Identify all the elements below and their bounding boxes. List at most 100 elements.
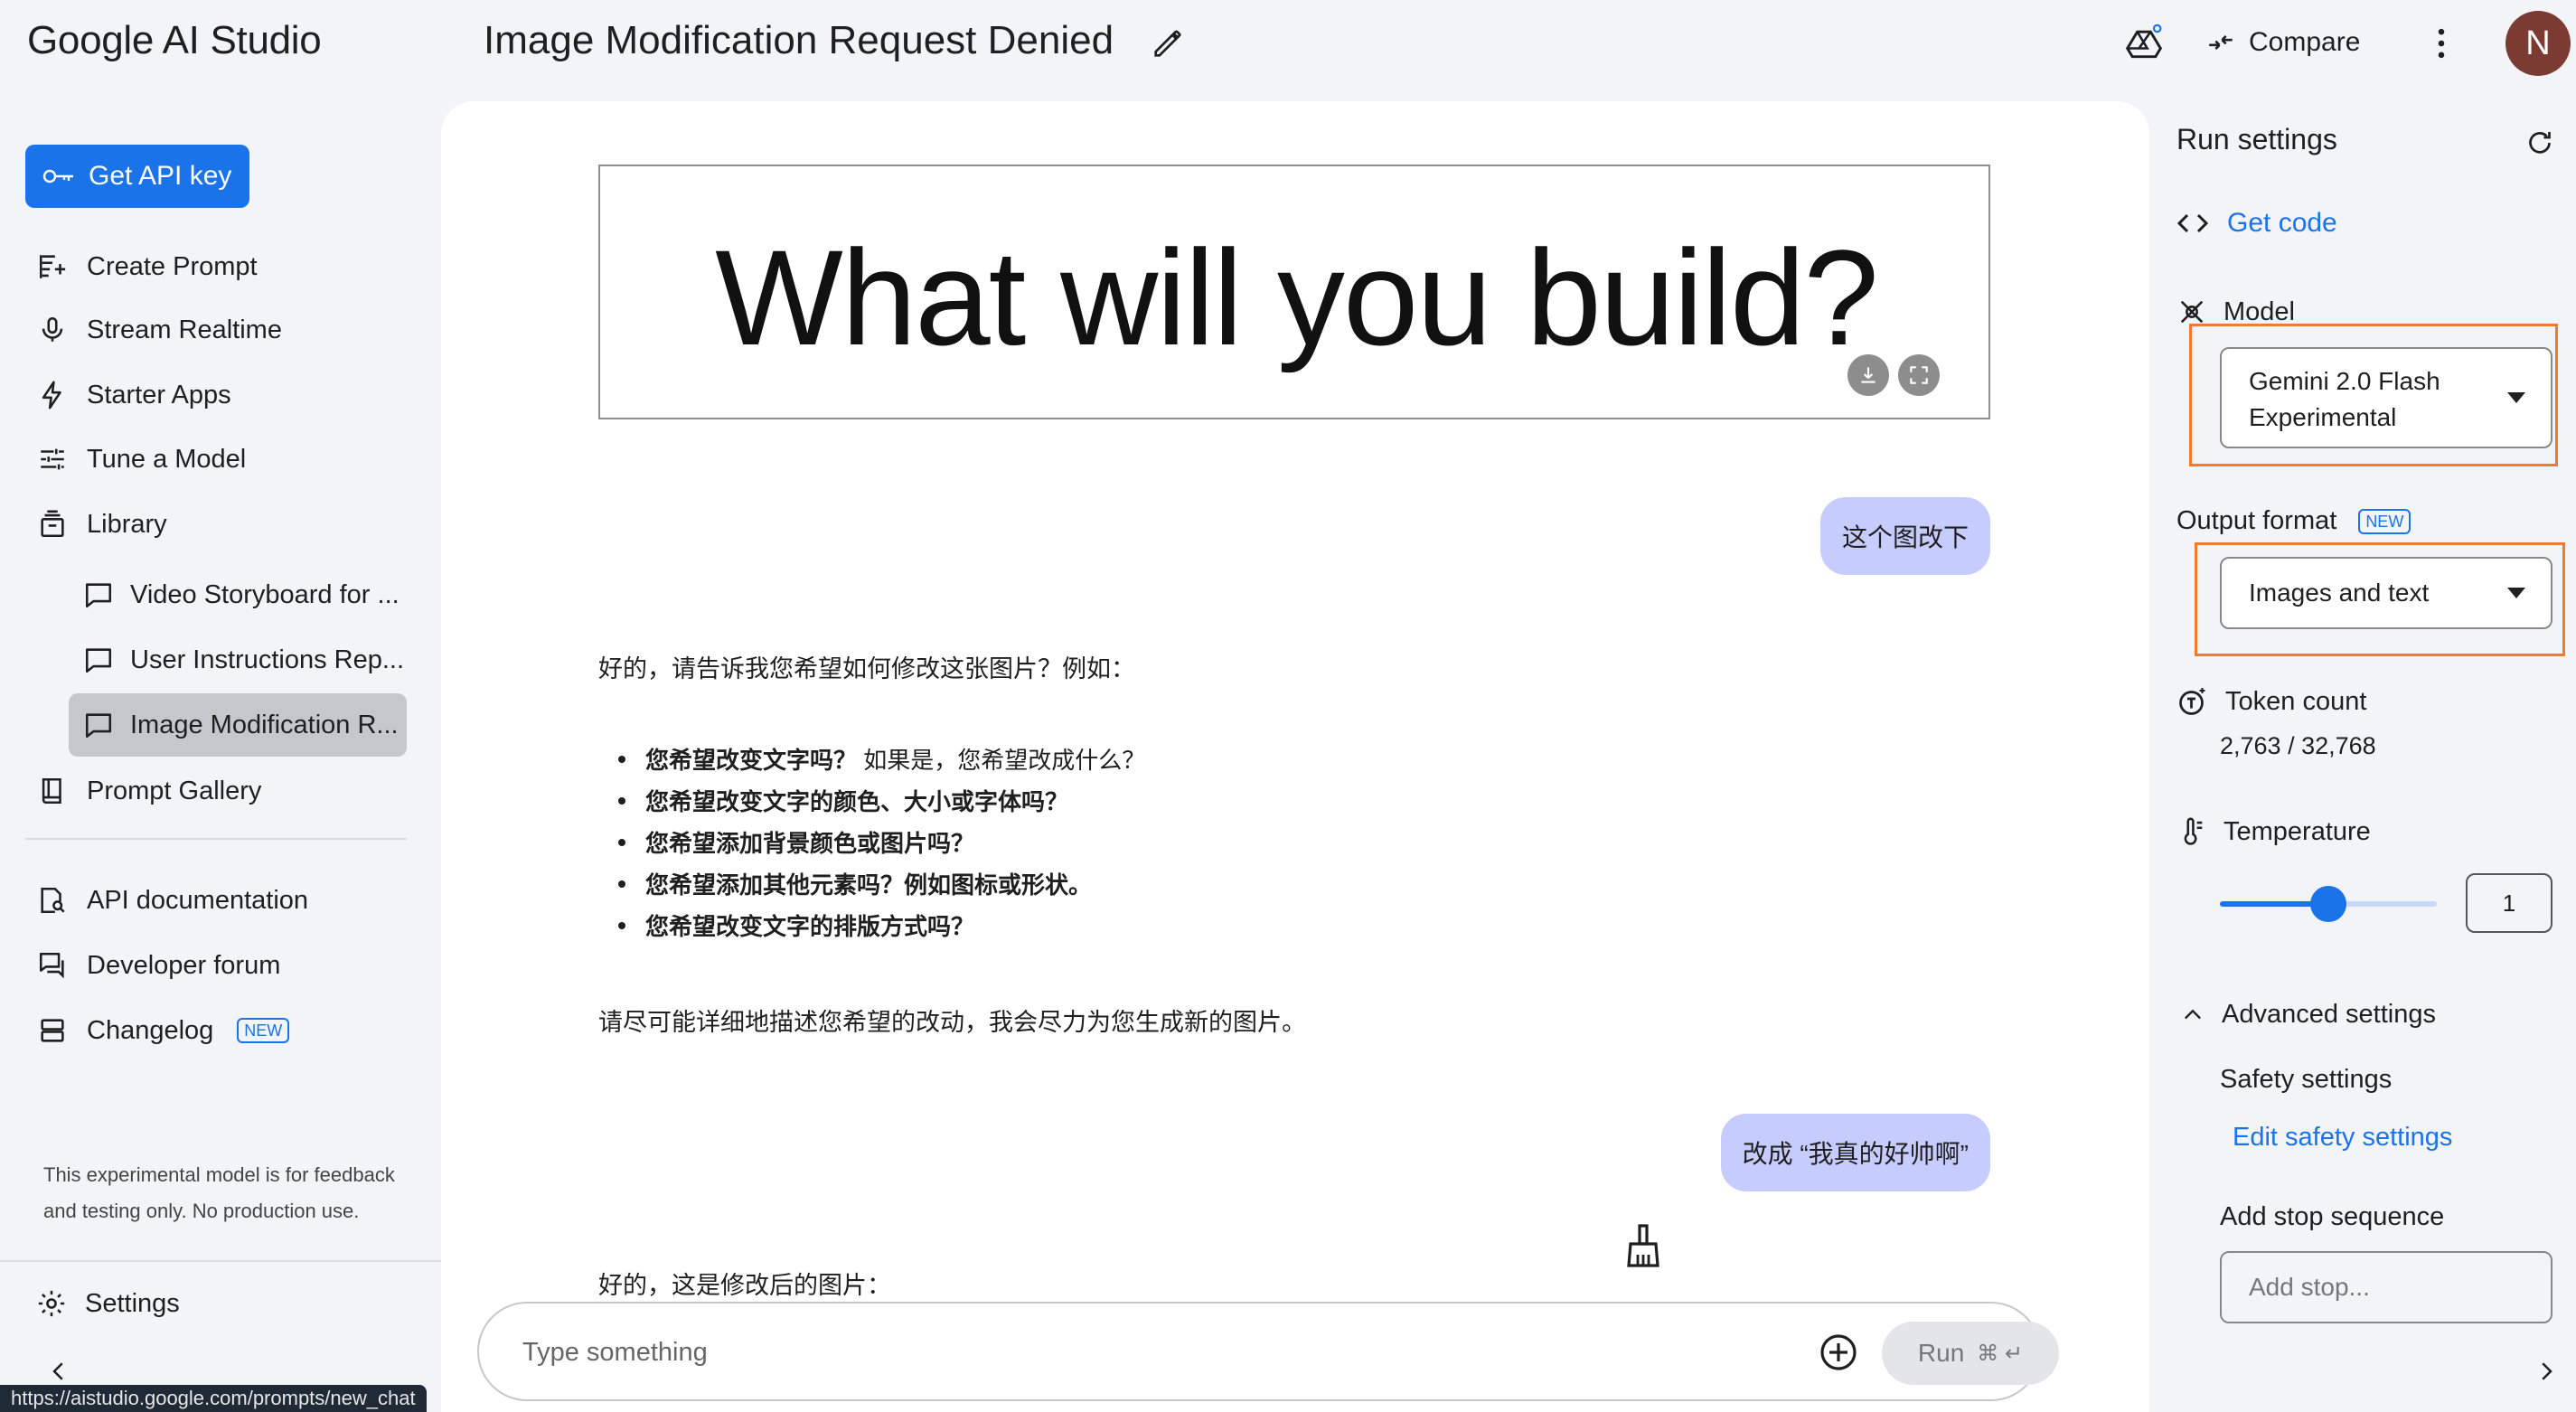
create-prompt-icon bbox=[36, 250, 69, 283]
image-text: What will you build? bbox=[715, 221, 1879, 373]
get-api-key-button[interactable]: Get API key bbox=[25, 145, 249, 208]
model-select[interactable]: Gemini 2.0 Flash Experimental bbox=[2220, 347, 2552, 448]
collapse-sidebar-icon[interactable] bbox=[45, 1358, 72, 1385]
get-code-link[interactable]: Get code bbox=[2176, 208, 2337, 239]
tune-icon bbox=[36, 443, 69, 475]
compare-button[interactable]: Compare bbox=[2205, 20, 2360, 65]
model-message-list: 您希望改变文字吗？ 如果是，您希望改成什么？ 您希望改变文字的颜色、大小或字体吗… bbox=[618, 739, 1145, 947]
nav-developer-forum[interactable]: Developer forum bbox=[36, 938, 280, 993]
model-icon bbox=[2176, 297, 2207, 327]
download-icon[interactable] bbox=[1847, 354, 1889, 396]
settings-label: Settings bbox=[85, 1288, 180, 1318]
model-label: Model bbox=[2223, 297, 2295, 326]
output-format-select[interactable]: Images and text bbox=[2220, 557, 2552, 629]
nav-label: Stream Realtime bbox=[87, 315, 282, 344]
safety-settings-label: Safety settings bbox=[2220, 1065, 2393, 1094]
user-avatar[interactable]: N bbox=[2505, 11, 2571, 76]
library-item-label: Video Storyboard for ... bbox=[130, 579, 400, 609]
token-count-value: 2,763 / 32,768 bbox=[2220, 732, 2376, 759]
changelog-icon bbox=[36, 1014, 69, 1047]
stop-sequence-label: Add stop sequence bbox=[2220, 1202, 2445, 1231]
thermometer-icon bbox=[2176, 815, 2207, 848]
list-item: 您希望添加其他元素吗？例如图标或形状。 bbox=[618, 864, 1145, 906]
status-url: https://aistudio.google.com/prompts/new_… bbox=[0, 1385, 427, 1412]
chevron-right-icon[interactable] bbox=[2533, 1358, 2560, 1385]
token-count-label: Token count bbox=[2225, 686, 2367, 716]
chevron-up-icon bbox=[2180, 1003, 2205, 1028]
chevron-down-icon bbox=[2507, 588, 2525, 598]
list-item: 您希望改变文字的排版方式吗？ bbox=[618, 906, 1145, 947]
sidebar-divider bbox=[0, 1260, 441, 1262]
chat-panel: What will you build? 这个图改下 好的，请告诉我您希望如何修… bbox=[441, 101, 2149, 1412]
user-message: 改成 “我真的好帅啊” bbox=[1720, 1114, 1990, 1191]
experimental-disclaimer: This experimental model is for feedback … bbox=[43, 1163, 395, 1222]
list-item: 您希望改变文字吗？ 如果是，您希望改成什么？ bbox=[618, 739, 1145, 781]
nav-create-prompt[interactable]: Create Prompt bbox=[36, 240, 258, 294]
nav-label: Library bbox=[87, 509, 167, 539]
get-api-key-label: Get API key bbox=[89, 161, 232, 191]
stop-sequence-input[interactable]: Add stop... bbox=[2220, 1251, 2552, 1323]
library-item-label: User Instructions Rep... bbox=[130, 645, 404, 674]
book-icon bbox=[36, 775, 69, 807]
token-icon bbox=[2176, 685, 2209, 718]
library-item-image-modification[interactable]: Image Modification R... bbox=[69, 693, 407, 757]
code-icon bbox=[2176, 210, 2209, 237]
prompt-input[interactable] bbox=[522, 1329, 1752, 1376]
clear-chat-icon[interactable] bbox=[1623, 1222, 1663, 1269]
gear-icon bbox=[36, 1288, 67, 1319]
list-item: 您希望添加背景颜色或图片吗？ bbox=[618, 823, 1145, 864]
edit-title-icon[interactable] bbox=[1150, 25, 1186, 61]
compare-icon bbox=[2205, 27, 2236, 58]
run-settings-panel: Run settings Get code Model Gemini 2.0 F… bbox=[2149, 90, 2576, 1412]
nav-api-documentation[interactable]: API documentation bbox=[36, 873, 308, 927]
add-media-icon[interactable] bbox=[1817, 1331, 1860, 1374]
nav-label: Prompt Gallery bbox=[87, 776, 262, 805]
forum-icon bbox=[36, 949, 69, 982]
nav-label: Tune a Model bbox=[87, 444, 247, 474]
app-logo[interactable]: Google AI Studio bbox=[27, 18, 322, 63]
nav-prompt-gallery[interactable]: Prompt Gallery bbox=[36, 764, 261, 818]
advanced-settings-toggle[interactable]: Advanced settings bbox=[2180, 1000, 2436, 1030]
temperature-slider[interactable] bbox=[2220, 886, 2437, 922]
list-item: 您希望改变文字的颜色、大小或字体吗？ bbox=[618, 781, 1145, 823]
nav-tune-model[interactable]: Tune a Model bbox=[36, 432, 246, 486]
chat-bubble-icon bbox=[83, 645, 114, 675]
slider-thumb[interactable] bbox=[2310, 886, 2346, 922]
model-select-line2: Experimental bbox=[2249, 403, 2397, 431]
compare-label: Compare bbox=[2249, 27, 2361, 57]
temperature-input[interactable]: 1 bbox=[2466, 873, 2552, 933]
user-message: 这个图改下 bbox=[1819, 497, 1990, 575]
token-count-row: Token count bbox=[2176, 685, 2366, 718]
nav-label: Create Prompt bbox=[87, 251, 258, 281]
model-message: 好的，这是修改后的图片： bbox=[598, 1272, 891, 1299]
nav-changelog[interactable]: Changelog NEW bbox=[36, 1003, 290, 1058]
nav-label: Developer forum bbox=[87, 950, 281, 980]
model-message-outro: 请尽可能详细地描述您希望的改动，我会尽力为您生成新的图片。 bbox=[598, 1009, 1306, 1036]
nav-starter-apps[interactable]: Starter Apps bbox=[36, 368, 231, 422]
nav-library[interactable]: Library bbox=[36, 497, 167, 551]
model-message-intro: 好的，请告诉我您希望如何修改这张图片？例如： bbox=[598, 655, 1135, 682]
temperature-label: Temperature bbox=[2223, 816, 2371, 846]
bolt-icon bbox=[36, 379, 69, 411]
library-item-video-storyboard[interactable]: Video Storyboard for ... bbox=[69, 563, 407, 626]
reset-icon[interactable] bbox=[2524, 127, 2556, 159]
library-item-user-instructions[interactable]: User Instructions Rep... bbox=[69, 628, 407, 692]
more-options-icon[interactable] bbox=[2428, 24, 2455, 63]
library-item-label: Image Modification R... bbox=[130, 710, 399, 739]
edit-safety-settings-link[interactable]: Edit safety settings bbox=[2233, 1123, 2452, 1153]
nav-settings[interactable]: Settings bbox=[36, 1276, 180, 1331]
nav-stream-realtime[interactable]: Stream Realtime bbox=[36, 303, 282, 357]
nav-label: Starter Apps bbox=[87, 380, 231, 409]
key-icon bbox=[42, 165, 76, 187]
output-format-label: Output format bbox=[2176, 506, 2337, 535]
run-shortcut: ⌘ ↵ bbox=[1977, 1341, 2024, 1366]
run-settings-title: Run settings bbox=[2176, 123, 2337, 155]
fullscreen-icon[interactable] bbox=[1898, 354, 1940, 396]
output-format-value: Images and text bbox=[2249, 579, 2430, 607]
drive-sync-icon[interactable] bbox=[2124, 24, 2164, 63]
run-button[interactable]: Run ⌘ ↵ bbox=[1882, 1322, 2059, 1385]
nav-label: API documentation bbox=[87, 885, 309, 915]
chat-title: Image Modification Request Denied bbox=[484, 18, 1114, 62]
nav-label: Changelog bbox=[87, 1015, 214, 1045]
left-sidebar: Get API key Create Prompt Stream Realtim… bbox=[0, 90, 441, 1412]
